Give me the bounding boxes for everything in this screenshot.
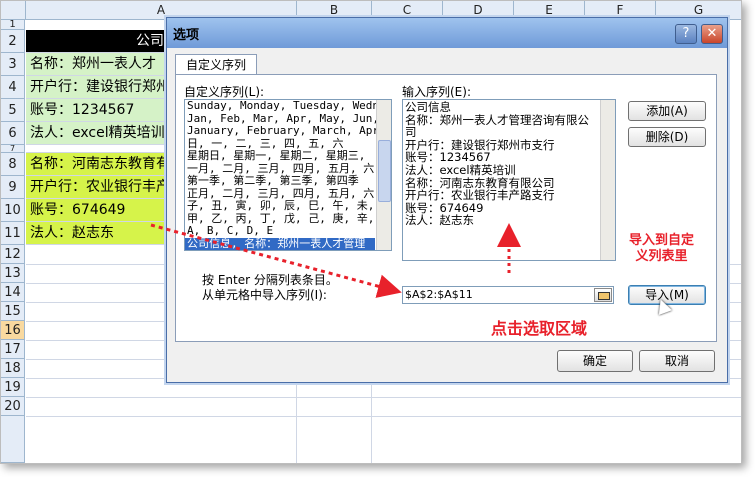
custom-lists-panel: 自定义序列(L): Sunday, Monday, Tuesday, Wedne… (175, 74, 717, 342)
input-list-textarea[interactable]: 公司信息 名称：郑州一表人才管理咨询有限公 司 开户行：建设银行郑州市支行 账号… (402, 99, 616, 261)
import-range-value: $A$2:$A$11 (405, 288, 473, 301)
input-list-label: 输入序列(E): (402, 85, 471, 99)
row-header-7[interactable]: 7 (1, 145, 25, 153)
custom-list-scrollbar[interactable] (376, 100, 391, 250)
grid-line (26, 397, 741, 398)
list-item: 法人：excel精英培训 (405, 162, 516, 177)
row-header-3[interactable]: 3 (1, 53, 25, 76)
cell-a11[interactable]: 法人：赵志东 (26, 222, 166, 245)
row-header-18[interactable]: 18 (1, 359, 25, 378)
list-item: 公司信息 (405, 100, 451, 114)
cell-a10[interactable]: 账号：674649 (26, 199, 166, 222)
row-header-4[interactable]: 4 (1, 76, 25, 99)
help-button[interactable]: ? (675, 24, 697, 44)
list-item: 司 (405, 125, 417, 140)
options-dialog: 选项 ? ✕ 自定义序列 自定义序列(L): Sunday, Monday, T… (166, 17, 728, 383)
row-header-6[interactable]: 6 (1, 122, 25, 145)
row-header-5[interactable]: 5 (1, 99, 25, 122)
row-header-17[interactable]: 17 (1, 340, 25, 359)
row-header-13[interactable]: 13 (1, 264, 25, 283)
row-header-2[interactable]: 2 (1, 30, 25, 53)
list-item-selected[interactable]: 公司信息, 名称：郑州一表人才管理 (185, 237, 375, 250)
row-header-9[interactable]: 9 (1, 176, 25, 199)
list-item: 开户行：农业银行丰产路支行 (405, 188, 555, 203)
annotation-line: 义列表里 (635, 249, 688, 264)
delete-button[interactable]: 删除(D) (628, 127, 706, 147)
cell-a7[interactable] (26, 145, 166, 153)
list-item[interactable]: 子, 丑, 寅, 卯, 辰, 巳, 午, 未, (185, 199, 375, 213)
row-header-15[interactable]: 15 (1, 302, 25, 321)
row-header-14[interactable]: 14 (1, 283, 25, 302)
row-header-20[interactable]: 20 (1, 397, 25, 416)
row-header-16[interactable]: 16 (1, 321, 25, 340)
row-header-blank (1, 416, 25, 463)
row-header-1[interactable]: 1 (1, 20, 25, 30)
scroll-thumb[interactable] (378, 140, 391, 202)
list-item[interactable]: 第一季, 第二季, 第三季, 第四季 (185, 174, 375, 188)
import-range-input[interactable]: $A$2:$A$11 (402, 286, 614, 304)
import-label: 从单元格中导入序列(I): (202, 288, 327, 302)
list-item[interactable]: January, February, March, April, (185, 124, 391, 138)
list-item: 名称：郑州一表人才管理咨询有限公 (405, 112, 589, 127)
cell-a4[interactable]: 开户行：建设银行郑州 (26, 76, 166, 99)
custom-list-items: Sunday, Monday, Tuesday, Wednes Jan, Feb… (185, 100, 391, 250)
custom-list-box[interactable]: Sunday, Monday, Tuesday, Wednes Jan, Feb… (184, 99, 392, 251)
ok-button[interactable]: 确定 (557, 350, 633, 372)
cell-a8[interactable]: 名称：河南志东教育有 (26, 153, 166, 176)
range-select-button[interactable] (594, 288, 612, 302)
row-header-8[interactable]: 8 (1, 153, 25, 176)
corner-select-all[interactable] (1, 1, 26, 20)
row-header-12[interactable]: 12 (1, 245, 25, 264)
row-header-11[interactable]: 11 (1, 222, 25, 245)
list-item[interactable]: 星期日, 星期一, 星期二, 星期三, (185, 149, 375, 163)
screenshot-frame: A B C D E F G 1 2 3 4 5 6 7 8 9 10 11 12… (0, 0, 742, 464)
annotation-line: 导入到自定 (629, 233, 695, 248)
list-item: 法人：赵志东 (405, 213, 474, 228)
cancel-button[interactable]: 取消 (639, 350, 715, 372)
row-header-19[interactable]: 19 (1, 378, 25, 397)
close-icon: ✕ (706, 26, 718, 41)
range-picker-icon (598, 292, 610, 300)
close-button[interactable]: ✕ (701, 24, 723, 44)
help-icon: ? (682, 26, 690, 41)
list-item[interactable]: A, B, C, D, E (185, 224, 375, 238)
tab-custom-lists[interactable]: 自定义序列 (175, 54, 257, 75)
grid-line (26, 416, 741, 417)
add-button[interactable]: 添加(A) (628, 101, 706, 121)
cell-a2-text: 公司 (136, 33, 164, 49)
dialog-titlebar[interactable]: 选项 ? ✕ (167, 18, 727, 48)
dialog-title: 选项 (173, 28, 200, 43)
cell-a9[interactable]: 开户行：农业银行丰产 (26, 176, 166, 199)
input-list-items: 公司信息 名称：郑州一表人才管理咨询有限公 司 开户行：建设银行郑州市支行 账号… (403, 100, 615, 228)
cell-a6[interactable]: 法人：excel精英培训 (26, 122, 166, 145)
annotation-import-note: 导入到自定 义列表里 (629, 233, 694, 265)
list-item[interactable]: Sunday, Monday, Tuesday, Wednes (185, 100, 391, 113)
cell-a3[interactable]: 名称：郑州一表人才 (26, 53, 166, 76)
cell-a5[interactable]: 账号：1234567 (26, 99, 166, 122)
row-header-10[interactable]: 10 (1, 199, 25, 222)
custom-list-label: 自定义序列(L): (184, 85, 265, 99)
cell-a2[interactable]: 公司 (26, 30, 166, 53)
annotation-select-note: 点击选取区域 (491, 319, 588, 338)
input-list-scrollbar[interactable] (600, 100, 615, 260)
